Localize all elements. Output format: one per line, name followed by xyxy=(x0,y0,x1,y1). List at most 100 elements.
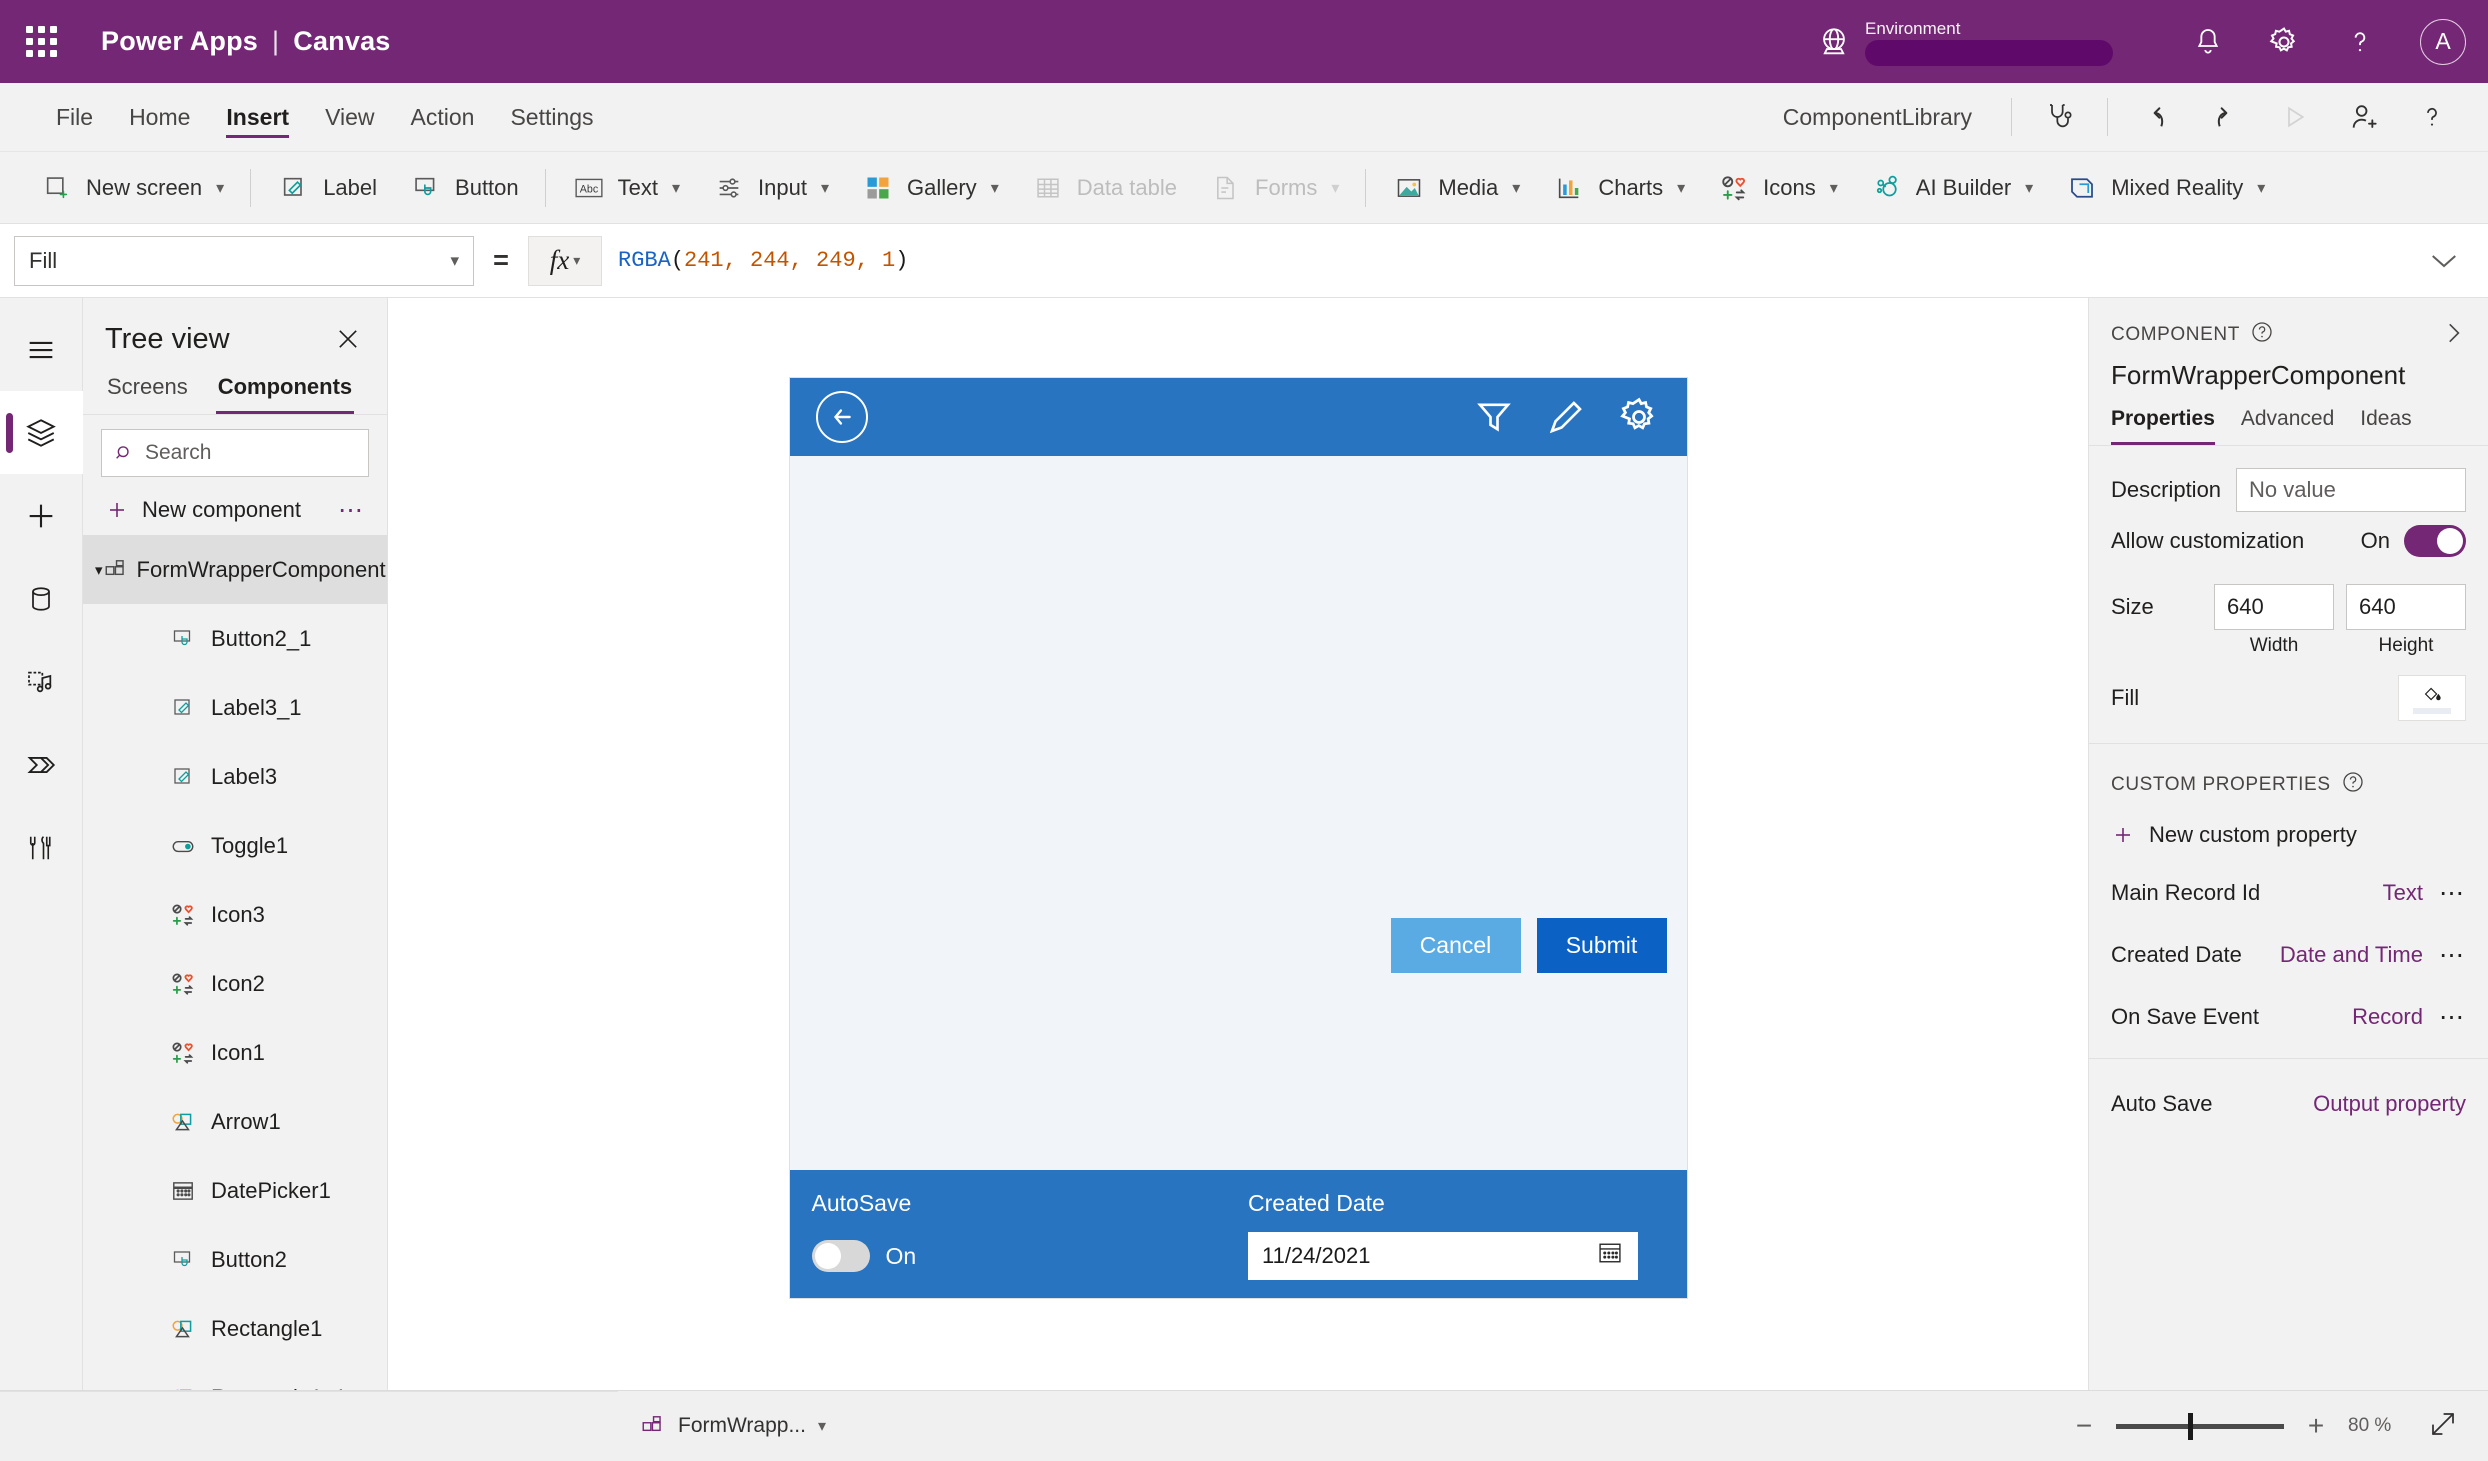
created-date-input[interactable]: 11/24/2021 xyxy=(1248,1232,1638,1280)
custom-property-type[interactable]: Text xyxy=(2383,880,2423,906)
environment-selector[interactable]: Environment xyxy=(1817,19,2115,66)
tree-item-label3[interactable]: Label3 xyxy=(83,742,387,811)
ribbon-charts[interactable]: Charts ▾ xyxy=(1536,152,1701,224)
rail-media-button[interactable] xyxy=(0,640,83,723)
help-circle-icon[interactable] xyxy=(2341,770,2365,800)
app-launcher-button[interactable] xyxy=(0,0,83,83)
cancel-button[interactable]: Cancel xyxy=(1390,918,1521,973)
ribbon-mixed-reality[interactable]: Mixed Reality ▾ xyxy=(2049,152,2281,224)
custom-property-overflow-button[interactable]: ⋯ xyxy=(2439,1005,2466,1030)
menu-item-settings[interactable]: Settings xyxy=(492,83,611,152)
tree-item-icon2[interactable]: Icon2 xyxy=(83,949,387,1018)
custom-property-row[interactable]: On Save Event Record ⋯ xyxy=(2089,986,2488,1048)
tree-item-overflow-button[interactable]: ⋯ xyxy=(386,557,387,582)
ribbon-ai-builder[interactable]: AI Builder ▾ xyxy=(1854,152,2049,224)
tab-properties[interactable]: Properties xyxy=(2111,407,2215,445)
rail-data-button[interactable] xyxy=(0,557,83,640)
status-component-selector[interactable]: FormWrapp... ▾ xyxy=(640,1413,826,1439)
notifications-button[interactable] xyxy=(2170,0,2246,83)
tree-item-icon3[interactable]: Icon3 xyxy=(83,880,387,949)
property-dropdown[interactable]: Fill ▾ xyxy=(14,235,474,286)
rail-menu-button[interactable] xyxy=(0,308,83,391)
tab-advanced[interactable]: Advanced xyxy=(2241,407,2334,445)
allow-customization-toggle[interactable] xyxy=(2404,525,2466,557)
ribbon-media[interactable]: Media ▾ xyxy=(1376,152,1536,224)
tree-item-icon1[interactable]: Icon1 xyxy=(83,1018,387,1087)
pencil-icon[interactable] xyxy=(1545,396,1587,438)
preview-app-button[interactable] xyxy=(2259,83,2328,152)
ribbon-new-screen[interactable]: New screen ▾ xyxy=(24,152,240,224)
menu-item-action[interactable]: Action xyxy=(393,83,493,152)
tab-ideas[interactable]: Ideas xyxy=(2360,407,2411,445)
collapse-panel-button[interactable] xyxy=(2440,320,2466,346)
help-menu-button[interactable] xyxy=(2397,83,2466,152)
app-checker-button[interactable] xyxy=(2025,83,2094,152)
custom-property-row[interactable]: Main Record Id Text ⋯ xyxy=(2089,862,2488,924)
settings-button[interactable] xyxy=(2246,0,2322,83)
tree-item-button2-1[interactable]: Button2_1 xyxy=(83,604,387,673)
back-button[interactable] xyxy=(815,391,868,443)
chevron-down-icon[interactable]: ▾ xyxy=(95,561,103,579)
help-button[interactable] xyxy=(2322,0,2398,83)
share-button[interactable] xyxy=(2328,83,2397,152)
fill-color-button[interactable] xyxy=(2398,675,2466,721)
ribbon-data-table[interactable]: Data table xyxy=(1015,152,1193,224)
rail-insert-button[interactable] xyxy=(0,474,83,557)
tree-item-rectangle1[interactable]: Rectangle1 xyxy=(83,1294,387,1363)
custom-property-row[interactable]: Created Date Date and Time ⋯ xyxy=(2089,924,2488,986)
zoom-in-button[interactable]: + xyxy=(2302,1412,2330,1440)
tab-components[interactable]: Components xyxy=(215,366,355,414)
zoom-slider[interactable] xyxy=(2116,1412,2284,1440)
custom-property-type[interactable]: Record xyxy=(2352,1004,2423,1030)
ribbon-input[interactable]: Input ▾ xyxy=(696,152,845,224)
tree-item-arrow1[interactable]: Arrow1 xyxy=(83,1087,387,1156)
formula-input[interactable]: RGBA(241, 244, 249, 1) xyxy=(602,235,2414,286)
new-component-button[interactable]: New component ⋯ xyxy=(83,485,387,535)
tree-search-box[interactable] xyxy=(101,429,369,477)
fit-to-screen-button[interactable] xyxy=(2428,1409,2458,1444)
output-property-row[interactable]: Auto Save Output property xyxy=(2089,1073,2488,1135)
custom-property-overflow-button[interactable]: ⋯ xyxy=(2439,943,2466,968)
ribbon-label-control[interactable]: Label xyxy=(261,152,393,224)
width-input[interactable]: 640 xyxy=(2214,584,2334,630)
rail-tree-view-button[interactable] xyxy=(0,391,83,474)
component-canvas[interactable]: Cancel Submit AutoSave On Created Date 1… xyxy=(789,378,1687,1298)
menu-item-file[interactable]: File xyxy=(38,83,111,152)
autosave-toggle[interactable] xyxy=(811,1240,870,1272)
tab-screens[interactable]: Screens xyxy=(105,366,190,414)
tree-item-button2[interactable]: Button2 xyxy=(83,1225,387,1294)
description-input[interactable]: No value xyxy=(2236,468,2466,512)
new-custom-property-button[interactable]: New custom property xyxy=(2089,800,2488,848)
ribbon-icons[interactable]: Icons ▾ xyxy=(1701,152,1854,224)
height-input[interactable]: 640 xyxy=(2346,584,2466,630)
search-input[interactable] xyxy=(144,441,356,465)
gear-icon[interactable] xyxy=(1617,395,1661,439)
tree-item-toggle1[interactable]: Toggle1 xyxy=(83,811,387,880)
chevron-down-icon[interactable]: ▾ xyxy=(818,1416,826,1436)
help-circle-icon[interactable] xyxy=(2250,320,2274,350)
zoom-out-button[interactable]: − xyxy=(2070,1412,2098,1440)
menu-item-insert[interactable]: Insert xyxy=(208,83,307,152)
ribbon-text[interactable]: Abc Text ▾ xyxy=(556,152,696,224)
rail-power-automate-button[interactable] xyxy=(0,723,83,806)
zoom-slider-thumb[interactable] xyxy=(2188,1412,2193,1440)
calendar-icon[interactable] xyxy=(1596,1239,1624,1273)
custom-property-overflow-button[interactable]: ⋯ xyxy=(2439,881,2466,906)
menu-item-home[interactable]: Home xyxy=(111,83,208,152)
tree-item-datepicker1[interactable]: DatePicker1 xyxy=(83,1156,387,1225)
output-property-type[interactable]: Output property xyxy=(2313,1091,2466,1117)
ribbon-forms[interactable]: Forms ▾ xyxy=(1193,152,1355,224)
user-avatar-button[interactable]: A xyxy=(2398,0,2488,83)
redo-button[interactable] xyxy=(2190,83,2259,152)
filter-icon[interactable] xyxy=(1473,396,1515,438)
ribbon-button-control[interactable]: Button xyxy=(393,152,535,224)
tree-item-formwrappercomponent[interactable]: ▾ FormWrapperComponent ⋯ xyxy=(83,535,387,604)
tree-item-rectangle1-1[interactable]: Rectangle1_1 xyxy=(83,1363,387,1390)
new-component-overflow-button[interactable]: ⋯ xyxy=(338,498,365,523)
close-tree-view-button[interactable] xyxy=(331,322,365,356)
rail-advanced-tools-button[interactable] xyxy=(0,806,83,889)
custom-property-type[interactable]: Date and Time xyxy=(2280,942,2423,968)
menu-item-view[interactable]: View xyxy=(307,83,392,152)
submit-button[interactable]: Submit xyxy=(1536,918,1667,973)
tree-item-label3-1[interactable]: Label3_1 xyxy=(83,673,387,742)
